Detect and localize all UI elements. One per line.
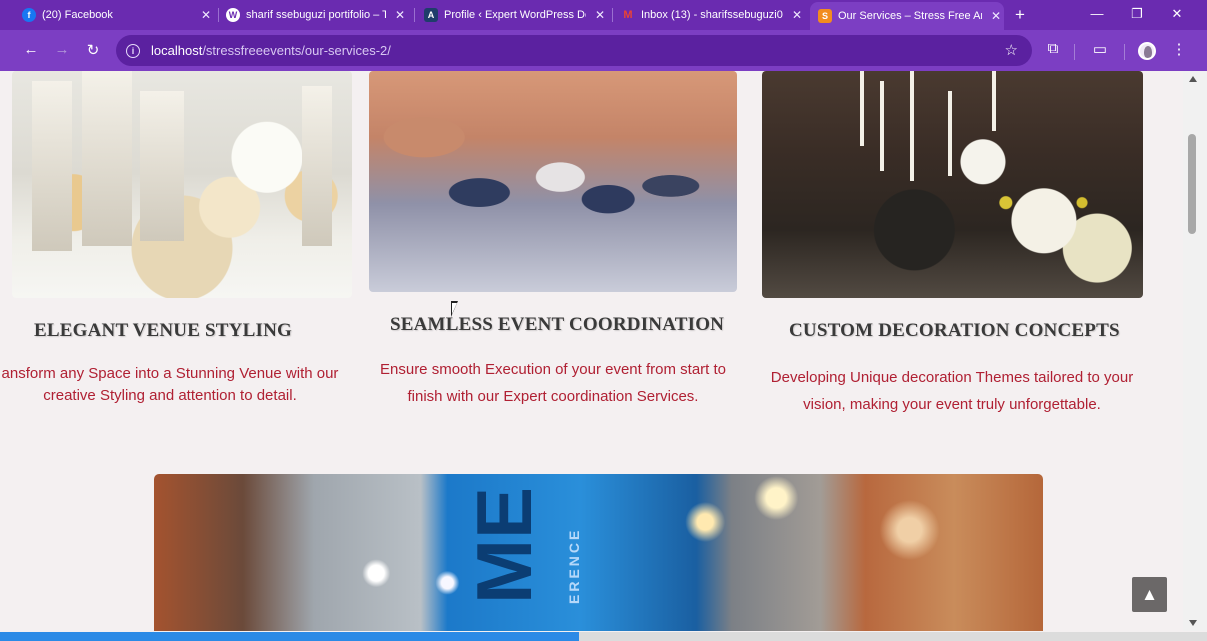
- address-bar[interactable]: i localhost/stressfreeevents/our-service…: [116, 35, 1032, 66]
- url-path: /stressfreeevents/our-services-2/: [202, 43, 391, 58]
- url-host: localhost: [151, 43, 203, 58]
- site-info-icon[interactable]: i: [126, 43, 140, 58]
- site-logo-icon: S: [818, 9, 832, 23]
- mouse-cursor-icon: [451, 301, 458, 317]
- decoration-concepts-photo: [762, 71, 1143, 298]
- menu-kebab-icon[interactable]: ⋮: [1169, 40, 1189, 58]
- service-description-venue-styling: ansform any Space into a Stunning Venue …: [1, 365, 339, 404]
- service-title-venue-styling: ELEGANT VENUE STYLING: [34, 320, 292, 341]
- banner-subtext: ERENCE: [566, 527, 582, 604]
- minimize-icon[interactable]: —: [1087, 6, 1107, 21]
- page-load-progress-fill: [0, 632, 580, 641]
- gmail-icon: M: [623, 9, 633, 21]
- service-title-decoration-concepts: CUSTOM DECORATION CONCEPTS: [789, 320, 1120, 341]
- conference-banner-image: ME ERENCE: [154, 474, 1043, 631]
- page-viewport: ELEGANT VENUE STYLING ansform any Space …: [0, 71, 1183, 631]
- extensions-icon[interactable]: ⧉: [1043, 40, 1063, 57]
- reload-icon[interactable]: ↻: [83, 41, 103, 59]
- tab-title: (20) Facebook: [42, 9, 113, 21]
- tab-title: Profile ‹ Expert WordPress De: [444, 9, 586, 21]
- service-description-decoration-concepts: Developing Unique decoration Themes tail…: [770, 369, 1134, 413]
- service-title-event-coordination: SEAMLESS EVENT COORDINATION: [390, 314, 725, 335]
- service-description-event-coordination: Ensure smooth Execution of your event fr…: [380, 361, 726, 405]
- tab-title: Inbox (13) - sharifssebuguzi0: [641, 9, 783, 21]
- tab-strip: f (20) Facebook ✕ W sharif ssebuguzi por…: [0, 0, 1207, 30]
- facebook-icon: f: [22, 8, 36, 22]
- close-tab-icon[interactable]: ✕: [392, 8, 408, 22]
- forward-arrow-icon[interactable]: →: [52, 41, 72, 58]
- restore-icon[interactable]: ❐: [1127, 6, 1147, 22]
- close-tab-icon[interactable]: ✕: [789, 8, 805, 22]
- scrollbar-thumb[interactable]: [1188, 134, 1196, 234]
- tab-profile[interactable]: A Profile ‹ Expert WordPress De ✕: [424, 3, 608, 27]
- close-tab-icon[interactable]: ✕: [592, 8, 608, 22]
- scroll-up-arrow-icon[interactable]: [1189, 76, 1197, 82]
- profile-site-icon: A: [424, 8, 438, 22]
- close-tab-icon[interactable]: ✕: [988, 9, 1004, 23]
- profile-avatar[interactable]: [1138, 42, 1156, 60]
- page-load-progress-bar: [0, 632, 1207, 641]
- tab-title: sharif ssebuguzi portifolio – T: [246, 9, 386, 21]
- tab-title: Our Services – Stress Free An: [838, 10, 982, 22]
- back-arrow-icon[interactable]: ←: [21, 41, 41, 58]
- browser-toolbar: ← → ↻ i localhost/stressfreeevents/our-s…: [0, 30, 1207, 71]
- scroll-down-arrow-icon[interactable]: [1189, 620, 1197, 626]
- close-window-icon[interactable]: ✕: [1167, 6, 1187, 22]
- venue-styling-photo: [12, 71, 352, 298]
- tab-wordpress-portfolio[interactable]: W sharif ssebuguzi portifolio – T ✕: [226, 3, 408, 27]
- tab-our-services[interactable]: S Our Services – Stress Free An ✕: [810, 2, 1004, 30]
- event-coordination-photo: [369, 71, 737, 292]
- cast-icon[interactable]: ▭: [1090, 40, 1110, 58]
- banner-text: ME: [460, 487, 548, 604]
- close-tab-icon[interactable]: ✕: [198, 8, 214, 22]
- tab-facebook[interactable]: f (20) Facebook ✕: [22, 3, 214, 27]
- new-tab-button[interactable]: +: [1011, 5, 1029, 25]
- wordpress-icon: W: [226, 8, 240, 22]
- tab-gmail-inbox[interactable]: M Inbox (13) - sharifssebuguzi0 ✕: [621, 3, 805, 27]
- back-to-top-button[interactable]: ▲: [1132, 577, 1167, 612]
- page-scrollbar[interactable]: [1183, 71, 1207, 631]
- bookmark-star-icon[interactable]: ☆: [1005, 41, 1018, 59]
